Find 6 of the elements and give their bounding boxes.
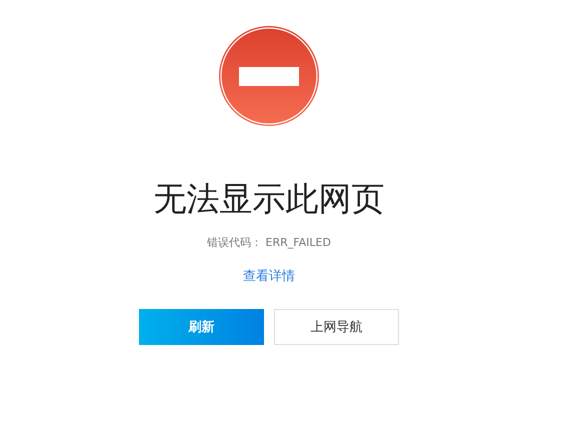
error-code: 错误代码： ERR_FAILED <box>207 236 331 250</box>
details-link[interactable]: 查看详情 <box>243 269 295 285</box>
refresh-button[interactable]: 刷新 <box>139 309 264 345</box>
navigation-button[interactable]: 上网导航 <box>274 309 399 345</box>
blocked-icon <box>218 25 320 127</box>
error-title: 无法显示此网页 <box>154 179 384 219</box>
